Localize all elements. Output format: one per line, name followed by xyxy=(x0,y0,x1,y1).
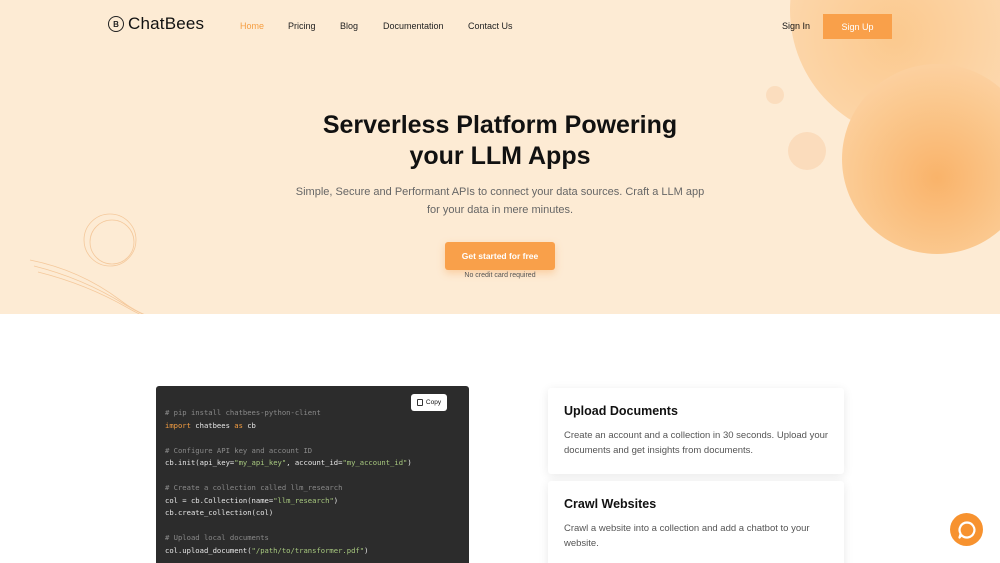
code-line: # pip install chatbees-python-client xyxy=(165,408,321,417)
feature-description: Create an account and a collection in 30… xyxy=(564,430,829,456)
nav-link-contact[interactable]: Contact Us xyxy=(468,21,513,31)
decorative-circle xyxy=(788,132,826,170)
logo[interactable]: B ChatBees xyxy=(108,14,204,34)
no-credit-card-note: No credit card required xyxy=(464,272,536,279)
copy-button[interactable]: Copy xyxy=(411,394,447,411)
hero-subtitle-line: for your data in mere minutes. xyxy=(426,204,574,216)
nav-link-blog[interactable]: Blog xyxy=(340,21,358,31)
code-lines: # pip install chatbees-python-client impo… xyxy=(165,407,412,557)
copy-label: Copy xyxy=(425,399,442,406)
nav-link-documentation[interactable]: Documentation xyxy=(383,21,444,31)
feature-description: Crawl a website into a collection and ad… xyxy=(564,523,810,549)
code-snippet: Copy # pip install chatbees-python-clien… xyxy=(156,386,469,563)
chat-bubble-icon xyxy=(957,520,975,539)
sign-in-link[interactable]: Sign In xyxy=(782,21,810,31)
copy-icon xyxy=(416,399,423,406)
hero-subtitle: Simple, Secure and Performant APIs to co… xyxy=(290,183,710,219)
bee-logo-icon: B xyxy=(108,16,124,32)
nav-link-pricing[interactable]: Pricing xyxy=(288,21,316,31)
chat-widget-button[interactable] xyxy=(950,513,983,546)
feature-card-upload: Upload Documents Create an account and a… xyxy=(548,388,844,474)
decorative-swirl xyxy=(29,213,145,314)
code-line: # Configure API key and account ID xyxy=(165,445,313,455)
feature-title: Crawl Websites xyxy=(564,497,657,511)
feature-card-crawl: Crawl Websites Crawl a website into a co… xyxy=(548,481,844,563)
nav-link-home[interactable]: Home xyxy=(240,21,264,31)
code-line: # Create a collection called llm_researc… xyxy=(165,483,343,492)
decorative-circle xyxy=(766,86,784,104)
top-navbar: B ChatBees Home Pricing Blog Documentati… xyxy=(0,0,1000,52)
code-line: col.upload_document("/path/to/transforme… xyxy=(165,545,369,555)
hero-title: Serverless Platform Powering your LLM Ap… xyxy=(250,110,750,172)
hero-subtitle-line: Simple, Secure and Performant APIs to co… xyxy=(295,186,705,198)
code-line: # Upload local documents xyxy=(165,533,269,542)
feature-title: Upload Documents xyxy=(564,404,678,418)
logo-text: ChatBees xyxy=(128,14,205,33)
get-started-button[interactable]: Get started for free xyxy=(445,242,555,270)
code-line: import chatbees as cb xyxy=(165,420,256,430)
hero-title-line: Serverless Platform Powering xyxy=(322,111,678,139)
code-line: cb.create_collection(col) xyxy=(165,508,274,517)
sign-up-button[interactable]: Sign Up xyxy=(823,14,892,39)
hero-section: B ChatBees Home Pricing Blog Documentati… xyxy=(0,0,1000,314)
hero-title-line: your LLM Apps xyxy=(409,142,591,170)
code-line: col = cb.Collection(name="llm_research") xyxy=(165,495,339,505)
code-line: cb.init(api_key="my_api_key", account_id… xyxy=(165,458,412,467)
